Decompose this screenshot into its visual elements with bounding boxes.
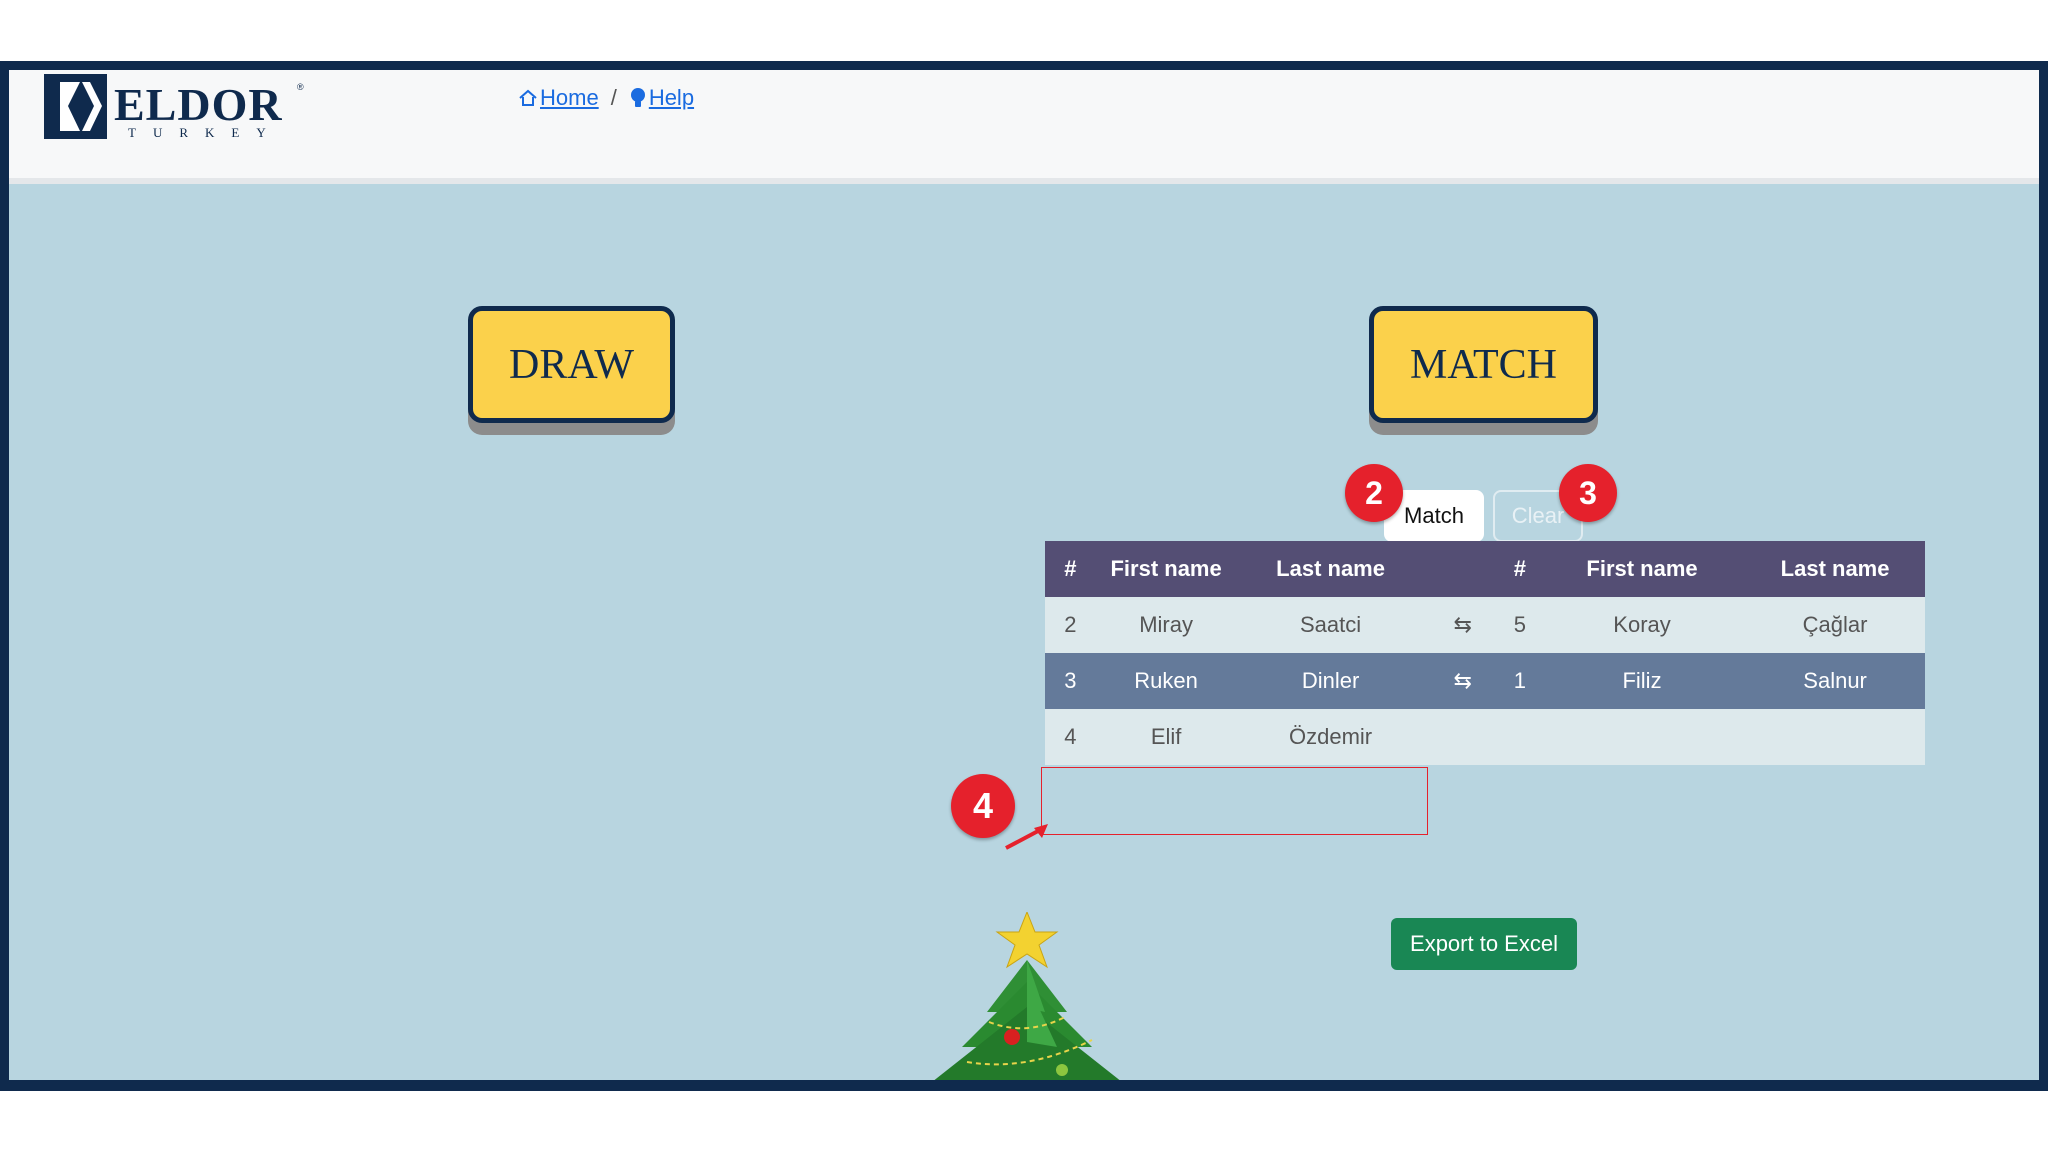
header-first-name-2: First name (1538, 541, 1746, 597)
cell-number-2: 1 (1500, 653, 1539, 709)
cell-number: 2 (1045, 597, 1096, 653)
table-row[interactable]: 2 Miray Saatci ⇆ 5 Koray Çağlar (1045, 597, 1925, 653)
header-swap (1424, 541, 1501, 597)
cell-first-name-2: Koray (1538, 597, 1746, 653)
cell-last-name: Dinler (1236, 653, 1425, 709)
logo-registered: ® (297, 82, 304, 92)
header-number-2: # (1500, 541, 1539, 597)
cell-last-name: Saatci (1236, 597, 1425, 653)
table-row[interactable]: 4 Elif Özdemir (1045, 709, 1925, 765)
cell-first-name: Ruken (1095, 653, 1237, 709)
annotation-arrow-icon (1005, 824, 1048, 850)
cell-number-2: 5 (1500, 597, 1539, 653)
cell-last-name-2 (1745, 709, 1925, 765)
cell-first-name: Elif (1095, 709, 1237, 765)
match-big-button[interactable]: MATCH (1369, 306, 1598, 423)
cell-first-name-2: Filiz (1538, 653, 1746, 709)
annotation-badge-4: 4 (951, 774, 1015, 838)
swap-cell-empty (1424, 709, 1501, 765)
header-first-name: First name (1095, 541, 1237, 597)
cell-number: 4 (1045, 709, 1096, 765)
annotation-badge-3: 3 (1559, 464, 1617, 522)
cell-last-name-2: Çağlar (1745, 597, 1925, 653)
annotation-badge-2: 2 (1345, 464, 1403, 522)
help-link[interactable]: Help (629, 85, 694, 111)
lightbulb-icon (630, 88, 645, 107)
page: ELDOR TURKEY ® Home / Help DRAW MATCH Ma… (9, 70, 2039, 1080)
swap-arrows-icon: ⇆ (1424, 597, 1501, 653)
table-row[interactable]: 3 Ruken Dinler ⇆ 1 Filiz Salnur (1045, 653, 1925, 709)
header-last-name: Last name (1236, 541, 1425, 597)
home-icon (519, 89, 537, 106)
pairs-table: # First name Last name # First name Last… (1045, 541, 1925, 765)
cell-last-name-2: Salnur (1745, 653, 1925, 709)
home-link-label: Home (540, 85, 599, 110)
table-header-row: # First name Last name # First name Last… (1045, 541, 1925, 597)
home-link[interactable]: Home (518, 85, 599, 111)
export-to-excel-button[interactable]: Export to Excel (1391, 918, 1577, 970)
help-link-label: Help (648, 85, 695, 110)
annotation-highlight-box (1041, 767, 1428, 835)
breadcrumb: Home / Help (518, 85, 694, 111)
logo-word: ELDOR (114, 79, 283, 130)
cell-last-name: Özdemir (1236, 709, 1425, 765)
cell-first-name-2 (1538, 709, 1746, 765)
swap-arrows-icon: ⇆ (1424, 653, 1501, 709)
header-number: # (1045, 541, 1096, 597)
eldor-logo[interactable]: ELDOR TURKEY ® (44, 74, 304, 146)
navbar: ELDOR TURKEY ® Home / Help (9, 70, 2039, 184)
browser-frame: ELDOR TURKEY ® Home / Help DRAW MATCH Ma… (0, 61, 2048, 1091)
christmas-tree-icon (934, 912, 1120, 1080)
draw-button[interactable]: DRAW (468, 306, 675, 423)
cell-first-name: Miray (1095, 597, 1237, 653)
cell-number-2 (1500, 709, 1539, 765)
cell-number: 3 (1045, 653, 1096, 709)
breadcrumb-separator: / (610, 85, 617, 110)
logo-subtitle: TURKEY (128, 125, 283, 140)
header-last-name-2: Last name (1745, 541, 1925, 597)
logo-mark (44, 74, 107, 139)
